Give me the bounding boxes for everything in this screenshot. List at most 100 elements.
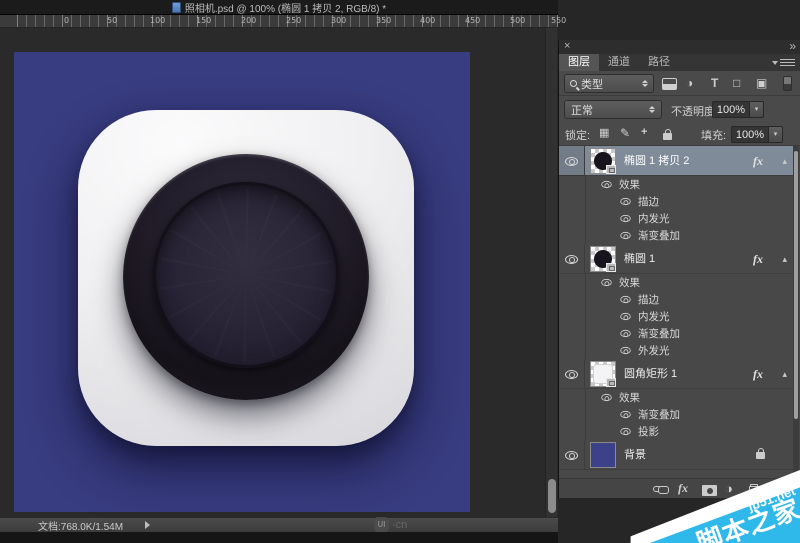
fx-badge[interactable]: fx <box>753 244 763 274</box>
filter-shape-layers-icon[interactable]: □ <box>733 75 740 91</box>
scrollbar-thumb[interactable] <box>794 151 798 419</box>
blend-mode-select[interactable]: 正常 <box>564 100 662 119</box>
camera-app-icon-artwork <box>78 110 414 446</box>
effects-header-row[interactable]: 效果 <box>585 176 795 193</box>
filter-toggle-icon[interactable] <box>783 76 792 91</box>
visibility-eye-icon[interactable] <box>620 330 630 337</box>
filter-pixel-layers-icon[interactable] <box>662 78 677 90</box>
close-panel-icon[interactable]: × <box>564 40 570 53</box>
visibility-eye-icon[interactable] <box>601 181 611 188</box>
layer-name[interactable]: 椭圆 1 <box>624 244 655 274</box>
status-menu-arrow-icon[interactable] <box>145 521 150 529</box>
effect-row-stroke[interactable]: 描边 <box>585 193 795 210</box>
visibility-eye-icon[interactable] <box>620 411 630 418</box>
visibility-eye-icon[interactable] <box>620 215 630 222</box>
ruler-tick-label: 250 <box>286 16 301 25</box>
effect-row-gradient-overlay[interactable]: 渐变叠加 <box>585 325 795 342</box>
collapse-effects-icon[interactable]: ▴ <box>782 359 787 389</box>
collapse-panels-icon[interactable]: » <box>789 39 794 53</box>
effect-row-gradient-overlay[interactable]: 渐变叠加 <box>585 227 795 244</box>
ruler-tick-label: 400 <box>420 16 435 25</box>
layers-panel: × » 图层 通道 路径 类型 ◑ T □ ▣ <box>558 40 800 498</box>
filter-smart-object-icon[interactable]: ▣ <box>756 75 767 91</box>
effect-row-gradient-overlay[interactable]: 渐变叠加 <box>585 406 795 423</box>
new-group-icon[interactable] <box>749 486 763 495</box>
tab-layers[interactable]: 图层 <box>559 54 599 71</box>
canvas[interactable] <box>14 52 470 512</box>
visibility-eye-icon[interactable] <box>620 296 630 303</box>
effect-label: 渐变叠加 <box>638 326 680 341</box>
new-adjustment-layer-icon[interactable]: ◑ <box>725 481 733 496</box>
layer-row-ellipse1-copy2[interactable]: 椭圆 1 拷贝 2 fx ▴ <box>559 146 795 176</box>
lock-transparent-pixels-icon[interactable]: ▦ <box>599 126 609 139</box>
effect-row-inner-glow[interactable]: 内发光 <box>585 308 795 325</box>
visibility-eye-icon[interactable] <box>620 313 630 320</box>
tab-channels[interactable]: 通道 <box>599 54 639 71</box>
ruler-tick-label: 50 <box>107 16 117 25</box>
camera-lens-inner <box>153 182 339 368</box>
lock-position-icon[interactable]: + <box>641 126 647 138</box>
filter-kind-select[interactable]: 类型 <box>564 74 654 93</box>
layer-name[interactable]: 椭圆 1 拷贝 2 <box>624 146 689 176</box>
lock-row: 锁定: ▦ ✎ + 填充: 100% ▾ <box>559 122 800 146</box>
document-size-info: 文档:768.0K/1.54M <box>38 518 123 533</box>
layer-thumbnail[interactable] <box>590 148 616 174</box>
scrollbar-thumb[interactable] <box>548 479 556 513</box>
panel-controls: 类型 ◑ T □ ▣ 正常 不透明度: 100% ▾ 锁定 <box>559 71 800 146</box>
filter-type-layers-icon[interactable]: T <box>711 75 718 91</box>
panel-scrollbar[interactable] <box>793 146 799 478</box>
add-layer-style-icon[interactable]: fx <box>678 481 688 496</box>
visibility-eye-icon[interactable] <box>565 451 578 460</box>
ruler-tick-label: 150 <box>196 16 211 25</box>
effects-header-row[interactable]: 效果 <box>585 389 795 406</box>
effect-row-drop-shadow[interactable]: 投影 <box>585 423 795 440</box>
effects-header-row[interactable]: 效果 <box>585 274 795 291</box>
layer-row-rounded-rect1[interactable]: 圆角矩形 1 fx ▴ <box>559 359 795 389</box>
link-layers-icon[interactable] <box>653 486 662 492</box>
effects-header-label: 效果 <box>619 177 640 192</box>
effect-row-inner-glow[interactable]: 内发光 <box>585 210 795 227</box>
lock-image-pixels-icon[interactable]: ✎ <box>620 126 630 140</box>
fx-badge[interactable]: fx <box>753 359 763 389</box>
lock-label: 锁定: <box>565 127 590 143</box>
canvas-area[interactable] <box>0 28 558 517</box>
visibility-eye-icon[interactable] <box>565 157 578 166</box>
effect-row-stroke[interactable]: 描边 <box>585 291 795 308</box>
layer-row-background[interactable]: 背景 <box>559 440 795 470</box>
add-layer-mask-icon[interactable] <box>702 485 717 496</box>
opacity-label: 不透明度: <box>671 103 718 119</box>
visibility-eye-icon[interactable] <box>620 232 630 239</box>
filter-adjustment-layers-icon[interactable]: ◑ <box>686 75 693 91</box>
opacity-dropdown-icon[interactable]: ▾ <box>750 101 764 118</box>
lock-all-icon[interactable] <box>663 133 672 140</box>
collapse-effects-icon[interactable]: ▴ <box>782 244 787 274</box>
horizontal-ruler[interactable]: 0 50 100 150 200 250 300 350 400 450 500… <box>0 15 558 28</box>
fill-dropdown-icon[interactable]: ▾ <box>769 126 783 143</box>
visibility-eye-icon[interactable] <box>565 255 578 264</box>
effect-row-outer-glow[interactable]: 外发光 <box>585 342 795 359</box>
visibility-eye-icon[interactable] <box>620 198 630 205</box>
visibility-eye-icon[interactable] <box>620 347 630 354</box>
document-vertical-scrollbar[interactable] <box>545 28 557 517</box>
layer-name[interactable]: 背景 <box>624 440 646 470</box>
layer-row-ellipse1[interactable]: 椭圆 1 fx ▴ <box>559 244 795 274</box>
opacity-input[interactable]: 100% <box>712 101 750 118</box>
panel-menu-icon[interactable] <box>780 59 795 67</box>
fx-badge[interactable]: fx <box>753 146 763 176</box>
visibility-eye-icon[interactable] <box>565 370 578 379</box>
fill-input[interactable]: 100% <box>731 126 769 143</box>
layer-thumbnail[interactable] <box>590 361 616 387</box>
ruler-tick-label: 100 <box>150 16 165 25</box>
layer-thumbnail[interactable] <box>590 442 616 468</box>
document-titlebar[interactable]: 照相机.psd @ 100% (椭圆 1 拷贝 2, RGB/8) * <box>0 0 558 15</box>
blend-mode-row: 正常 不透明度: 100% ▾ <box>559 97 800 122</box>
tab-paths[interactable]: 路径 <box>639 54 679 71</box>
collapse-effects-icon[interactable]: ▴ <box>782 146 787 176</box>
background-lock-icon <box>756 452 765 459</box>
visibility-eye-icon[interactable] <box>601 279 611 286</box>
combo-arrows-icon <box>642 80 648 87</box>
visibility-eye-icon[interactable] <box>601 394 611 401</box>
layer-name[interactable]: 圆角矩形 1 <box>624 359 677 389</box>
visibility-eye-icon[interactable] <box>620 428 630 435</box>
layer-thumbnail[interactable] <box>590 246 616 272</box>
